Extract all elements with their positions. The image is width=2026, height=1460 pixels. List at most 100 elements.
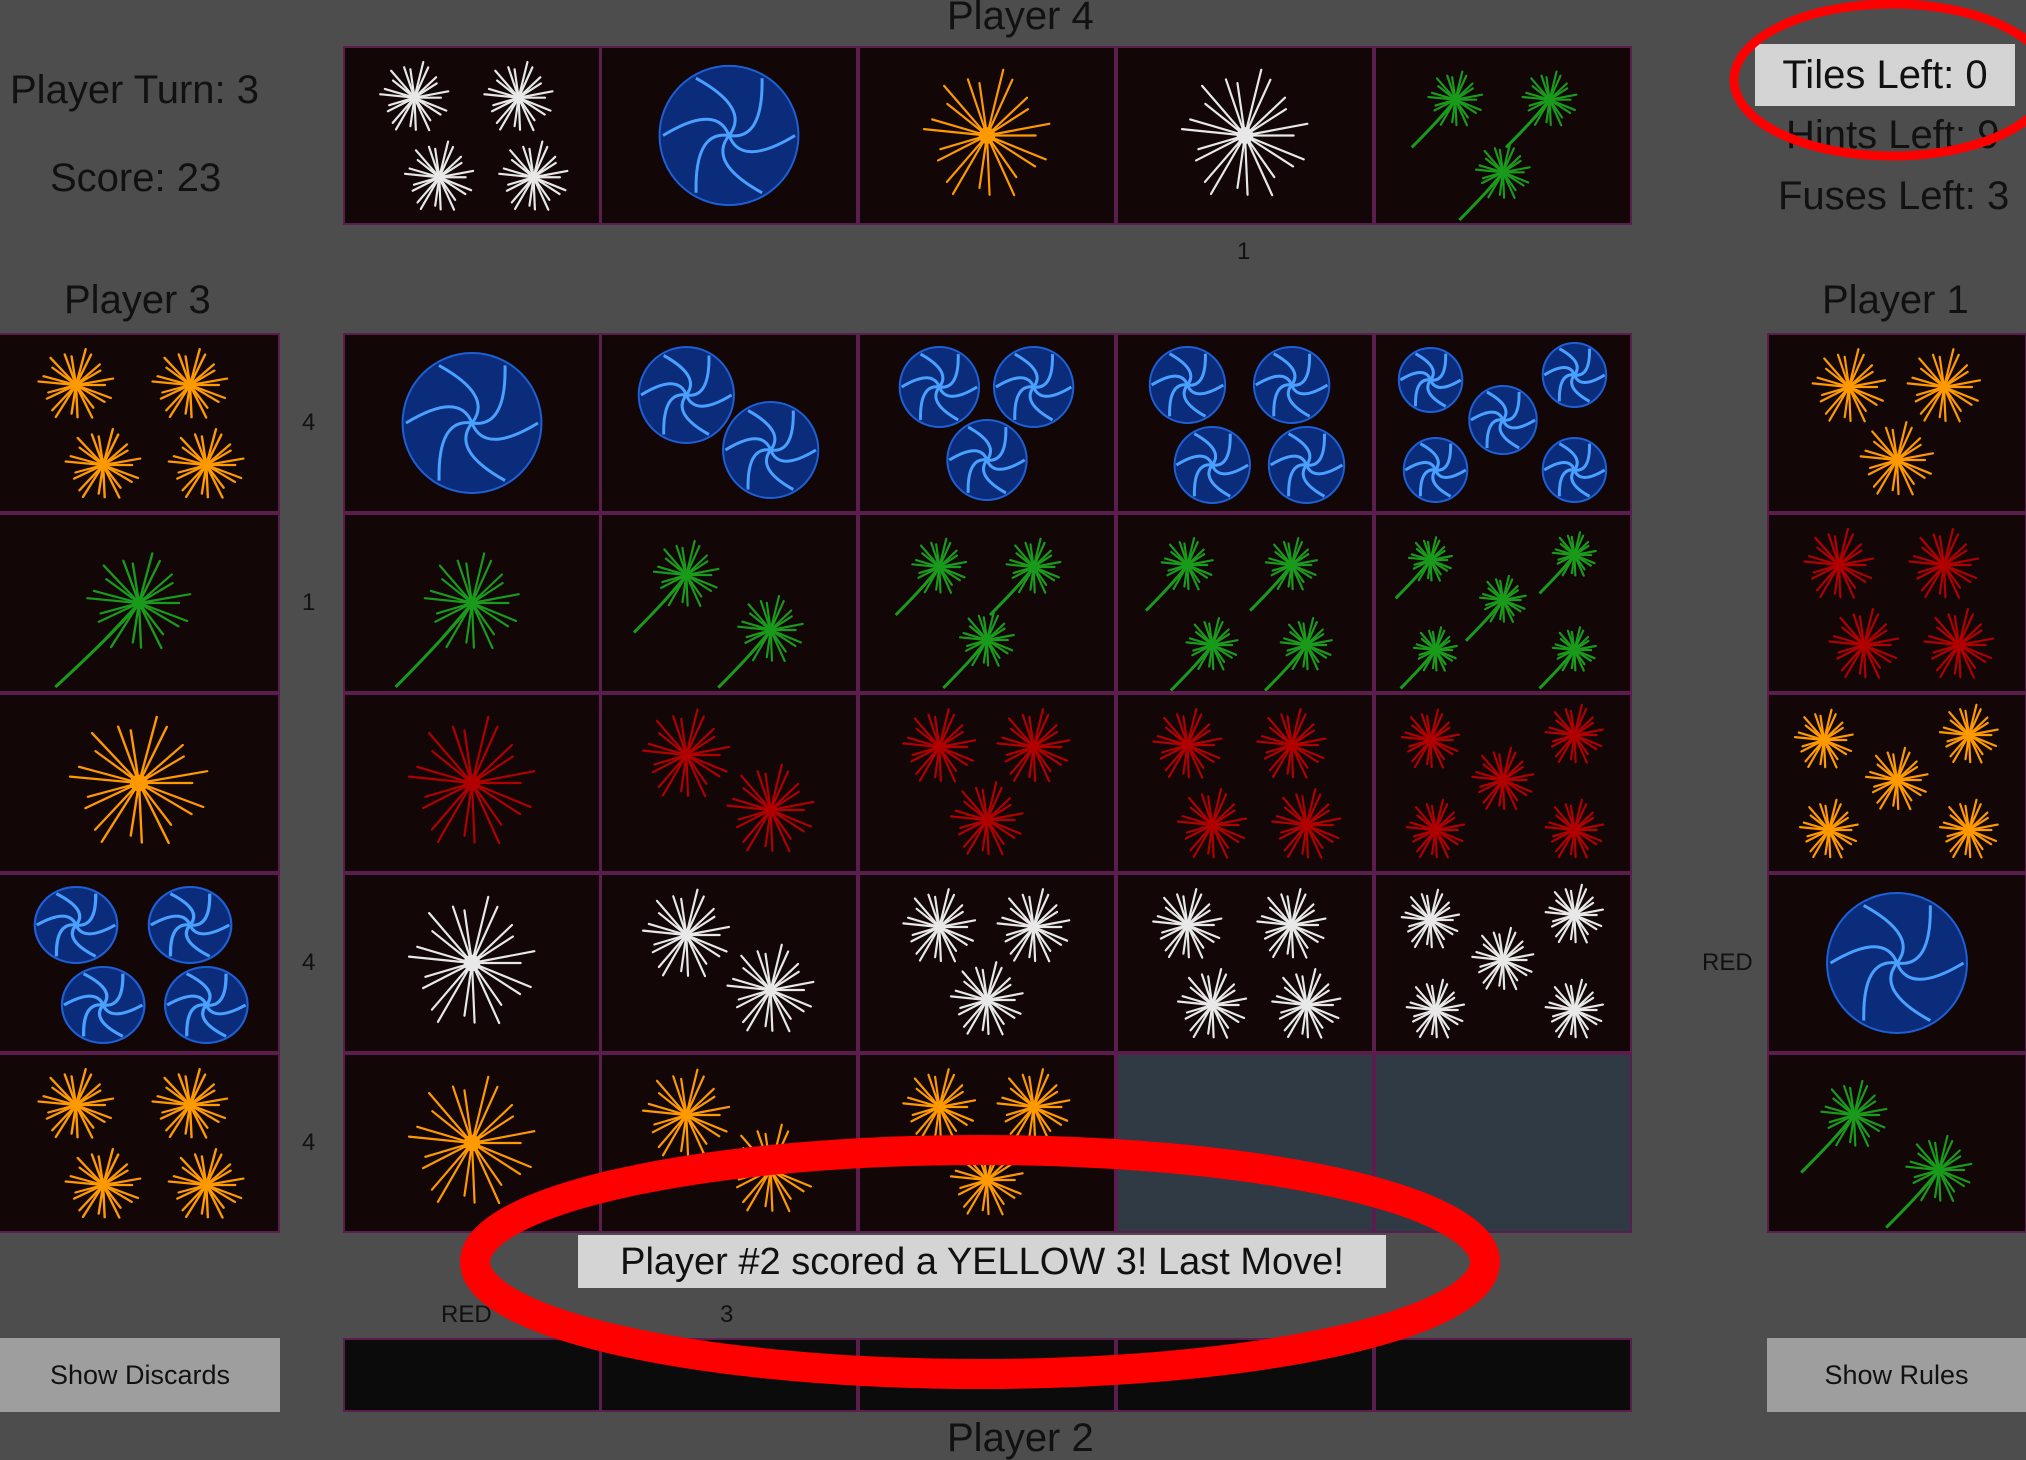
green-firework-icon [394,552,520,689]
player3-hint-4: 4 [302,949,316,976]
board-green-2[interactable] [600,513,858,693]
white-firework-icon [902,888,1071,1036]
player3-card-4[interactable] [0,873,280,1053]
red-firework-icon [902,708,1071,856]
player2-card-1[interactable] [343,1338,601,1412]
board-empty-slot-yellow-4[interactable] [1116,1053,1374,1233]
board-white-1[interactable] [343,873,601,1053]
white-firework-icon [1152,888,1342,1039]
red-firework-icon [1803,528,1995,679]
blue-firework-icon [33,886,249,1044]
green-firework-icon [894,537,1062,690]
player1-card-5[interactable] [1767,1053,2026,1233]
player-turn-label: Player Turn: 3 [10,68,260,112]
score-label: Score: 23 [50,156,222,200]
yellow-firework-icon [37,348,245,499]
board-yellow-1[interactable] [343,1053,601,1233]
green-firework-icon [1144,537,1333,691]
red-firework-icon [641,708,815,853]
player3-card-1[interactable] [0,333,280,513]
show-rules-button[interactable]: Show Rules [1767,1338,2026,1412]
green-firework-icon [632,539,804,689]
blue-firework-icon [898,346,1075,501]
yellow-firework-icon [641,1068,815,1213]
board-red-4[interactable] [1116,693,1374,873]
board-red-5[interactable] [1374,693,1632,873]
green-firework-icon [1394,531,1597,690]
red-firework-icon [1152,708,1342,859]
board-green-3[interactable] [858,513,1116,693]
board-empty-slot-yellow-5[interactable] [1374,1053,1632,1233]
green-firework-icon [54,552,192,689]
player2-card-4[interactable] [1116,1338,1374,1412]
player3-card-2[interactable] [0,513,280,693]
player4-card-2[interactable] [600,46,858,225]
player4-hint-4: 1 [1237,238,1251,265]
player4-label: Player 4 [947,0,1094,38]
player4-card-5[interactable] [1374,46,1632,225]
tiles-left-label: Tiles Left: 0 [1755,44,2015,106]
player2-hint-2: 3 [720,1301,734,1328]
player1-card-4[interactable] [1767,873,2026,1053]
board-white-5[interactable] [1374,873,1632,1053]
blue-firework-icon [1148,346,1346,504]
player1-label: Player 1 [1822,278,1969,322]
green-firework-icon [1800,1079,1973,1229]
player1-card-3[interactable] [1767,693,2026,873]
blue-firework-icon [637,346,820,499]
white-firework-icon [641,888,815,1033]
board-yellow-2[interactable] [600,1053,858,1233]
player1-card-2[interactable] [1767,513,2026,693]
yellow-firework-icon [1811,348,1981,496]
player2-card-5[interactable] [1374,1338,1632,1412]
white-firework-icon [1400,883,1605,1039]
yellow-firework-icon [68,715,209,845]
white-firework-icon [379,60,569,211]
player3-label: Player 3 [64,278,211,322]
yellow-firework-icon [922,68,1051,197]
board-blue-3[interactable] [858,333,1116,513]
red-firework-icon [1400,703,1605,859]
yellow-firework-icon [407,1075,536,1205]
board-blue-5[interactable] [1374,333,1632,513]
board-red-3[interactable] [858,693,1116,873]
blue-firework-icon [1826,892,1968,1034]
blue-firework-icon [401,352,543,494]
board-red-2[interactable] [600,693,858,873]
player3-card-3[interactable] [0,693,280,873]
board-blue-4[interactable] [1116,333,1374,513]
player1-hint-4: RED [1702,949,1753,976]
blue-firework-icon [658,64,800,207]
player3-hint-2: 1 [302,589,316,616]
board-red-1[interactable] [343,693,601,873]
board-green-4[interactable] [1116,513,1374,693]
player3-card-5[interactable] [0,1053,280,1233]
board-green-1[interactable] [343,513,601,693]
player2-card-3[interactable] [858,1338,1116,1412]
board-white-3[interactable] [858,873,1116,1053]
board-blue-2[interactable] [600,333,858,513]
board-yellow-3[interactable] [858,1053,1116,1233]
white-firework-icon [1180,68,1309,197]
board-white-4[interactable] [1116,873,1374,1053]
player4-card-1[interactable] [343,46,601,225]
player4-card-4[interactable] [1116,46,1374,225]
board-blue-1[interactable] [343,333,601,513]
yellow-firework-icon [902,1068,1071,1216]
green-firework-icon [1410,70,1578,222]
blue-firework-icon [1397,342,1608,503]
player2-card-2[interactable] [600,1338,858,1412]
player3-hint-5: 4 [302,1129,316,1156]
board-green-5[interactable] [1374,513,1632,693]
player2-hint-1: RED [441,1301,492,1328]
last-move-message: Player #2 scored a YELLOW 3! Last Move! [578,1235,1386,1288]
show-discards-button[interactable]: Show Discards [0,1338,280,1412]
hints-left-label: Hints Left: 9 [1786,113,2000,157]
player2-label: Player 2 [947,1416,1094,1460]
yellow-firework-icon [37,1068,245,1219]
yellow-firework-icon [1793,703,1999,859]
player1-card-1[interactable] [1767,333,2026,513]
board-white-2[interactable] [600,873,858,1053]
player4-card-3[interactable] [858,46,1116,225]
white-firework-icon [407,895,536,1025]
